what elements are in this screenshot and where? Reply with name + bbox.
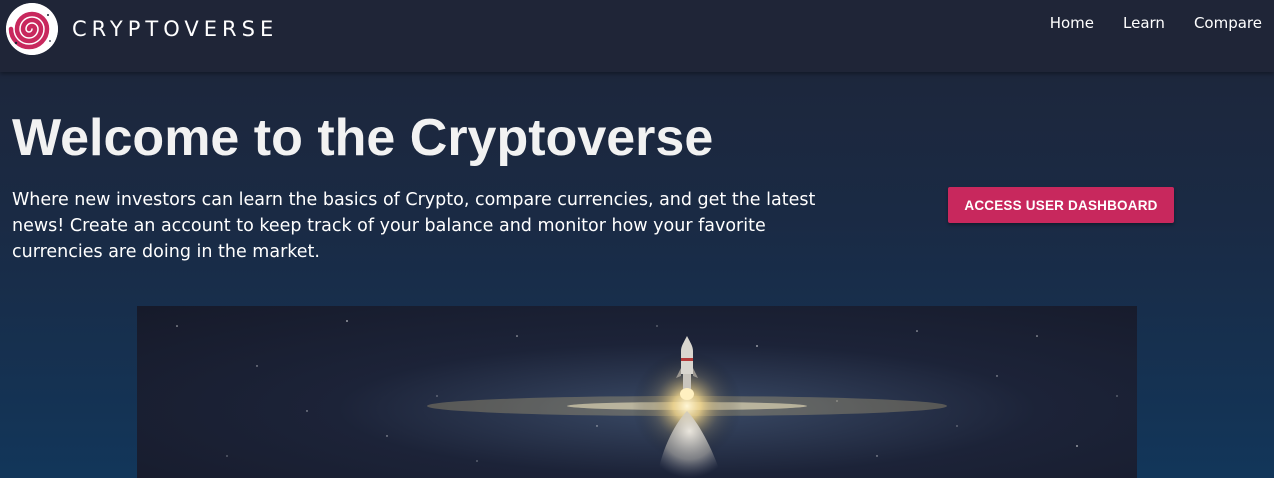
access-user-dashboard-button[interactable]: ACCESS USER DASHBOARD — [948, 187, 1174, 223]
page-title: Welcome to the Cryptoverse — [12, 109, 714, 167]
nav-compare[interactable]: Compare — [1194, 14, 1262, 32]
brand[interactable]: CRYPTOVERSE — [6, 3, 278, 55]
brand-name: CRYPTOVERSE — [72, 17, 279, 41]
rocket-launch-illustration — [176, 320, 1118, 478]
navbar: CRYPTOVERSE Home Learn Compare — [0, 0, 1274, 72]
nav-home[interactable]: Home — [1050, 14, 1094, 32]
nav-links: Home Learn Compare — [1050, 14, 1262, 32]
galaxy-spiral-icon — [6, 3, 58, 55]
hero-description: Where new investors can learn the basics… — [12, 190, 816, 262]
nav-learn[interactable]: Learn — [1123, 14, 1165, 32]
rocket-launch-image — [137, 306, 1137, 478]
